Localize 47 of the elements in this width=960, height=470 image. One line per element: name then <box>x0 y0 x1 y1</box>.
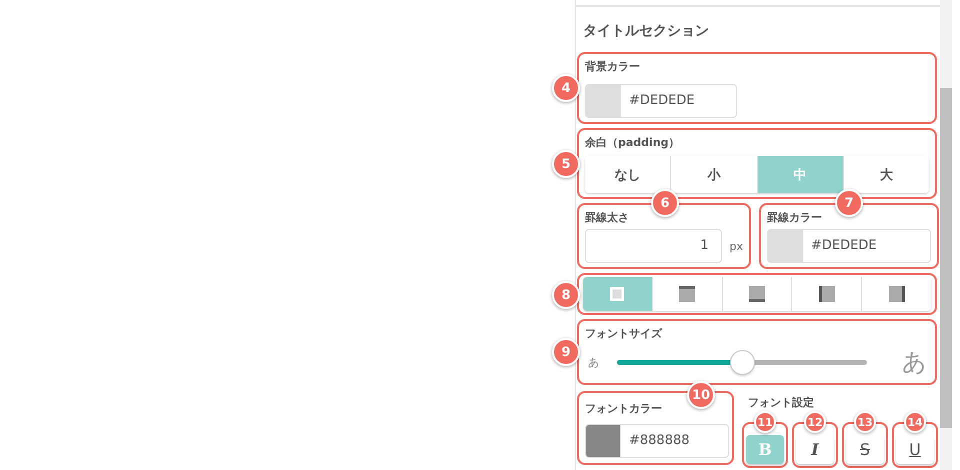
number-badge: 7 <box>835 189 863 217</box>
border-all-icon <box>609 286 626 302</box>
field-label: フォントカラー <box>585 401 662 417</box>
padding-option[interactable]: 大 <box>842 156 929 193</box>
border-left-icon <box>818 286 835 302</box>
color-swatch[interactable] <box>586 425 621 457</box>
number-badge: 11 <box>754 411 776 433</box>
number-badge: 12 <box>804 411 826 433</box>
border-side-button[interactable] <box>722 277 792 311</box>
field-label: 罫線カラー <box>767 210 823 226</box>
field-label: 罫線太さ <box>585 210 630 226</box>
field-label: フォントサイズ <box>585 326 664 342</box>
color-value: #DEDEDE <box>810 237 877 255</box>
number-badge: 13 <box>854 411 876 433</box>
field-label: フォント設定 <box>748 395 814 411</box>
number-field[interactable]: 1 <box>585 229 722 263</box>
padding-option[interactable]: 小 <box>670 156 756 193</box>
color-value: #DEDEDE <box>628 92 695 110</box>
number-badge: 6 <box>651 189 679 217</box>
italic-button[interactable]: I <box>796 435 834 464</box>
underline-button[interactable]: U <box>896 435 934 464</box>
color-value: #888888 <box>628 432 690 450</box>
number-badge: 5 <box>552 150 580 178</box>
border-bottom-icon <box>748 286 765 302</box>
field-label: 背景カラー <box>585 59 641 75</box>
color-swatch[interactable] <box>768 230 803 262</box>
color-field[interactable]: #DEDEDE <box>767 229 931 263</box>
field-label: 余白（padding） <box>585 135 681 151</box>
border-side-button[interactable] <box>861 277 931 311</box>
small-size-glyph: あ <box>587 354 600 370</box>
number-badge: 10 <box>687 381 715 409</box>
number-badge: 8 <box>552 281 580 309</box>
section-title: タイトルセクション <box>582 22 710 41</box>
color-field[interactable]: #888888 <box>585 424 729 458</box>
border-right-icon <box>888 286 905 302</box>
number-badge: 4 <box>552 74 580 102</box>
large-size-glyph: あ <box>902 347 928 378</box>
unit-label: px <box>730 240 743 252</box>
strikethrough-button[interactable]: S <box>846 435 884 464</box>
border-top-icon <box>679 286 696 302</box>
scrollbar-thumb[interactable] <box>940 88 952 428</box>
color-swatch[interactable] <box>586 85 621 117</box>
padding-option[interactable]: なし <box>585 156 670 193</box>
slider-thumb[interactable] <box>730 350 755 374</box>
color-field[interactable]: #DEDEDE <box>585 84 737 118</box>
number-badge: 14 <box>904 411 926 433</box>
number-badge: 9 <box>552 338 580 366</box>
